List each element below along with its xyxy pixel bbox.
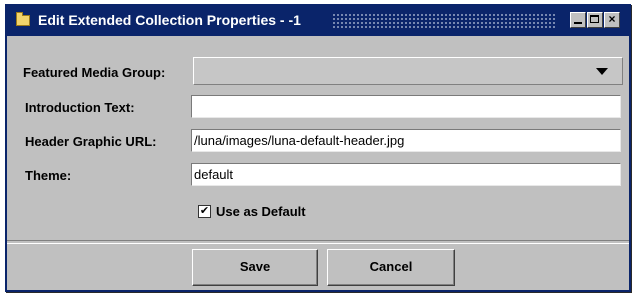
cancel-button[interactable]: Cancel: [327, 249, 455, 286]
use-as-default-checkbox[interactable]: ✔: [198, 205, 211, 218]
button-divider: [7, 240, 629, 244]
save-button[interactable]: Save: [192, 249, 318, 286]
header-graphic-url-label: Header Graphic URL:: [25, 134, 157, 149]
chevron-down-icon[interactable]: [596, 68, 608, 75]
maximize-button[interactable]: [587, 12, 603, 28]
folder-icon: [16, 12, 30, 26]
theme-label: Theme:: [25, 168, 72, 183]
featured-media-group-label: Featured Media Group:: [23, 65, 166, 80]
minimize-icon: [574, 22, 582, 24]
theme-input[interactable]: default: [191, 163, 621, 186]
dialog-window: Edit Extended Collection Properties - -1…: [5, 4, 631, 292]
close-button[interactable]: ×: [604, 12, 620, 28]
header-graphic-url-input[interactable]: /luna/images/luna-default-header.jpg: [191, 129, 621, 152]
use-as-default-label[interactable]: Use as Default: [216, 204, 306, 219]
minimize-button[interactable]: [570, 12, 586, 28]
title-bar-texture: [332, 13, 556, 29]
maximize-icon: [590, 15, 599, 23]
window-title: Edit Extended Collection Properties - -1: [38, 12, 301, 28]
introduction-text-input[interactable]: [191, 95, 621, 118]
featured-media-group-select[interactable]: [193, 57, 623, 85]
introduction-text-label: Introduction Text:: [25, 100, 135, 115]
title-bar[interactable]: Edit Extended Collection Properties - -1…: [7, 6, 629, 36]
